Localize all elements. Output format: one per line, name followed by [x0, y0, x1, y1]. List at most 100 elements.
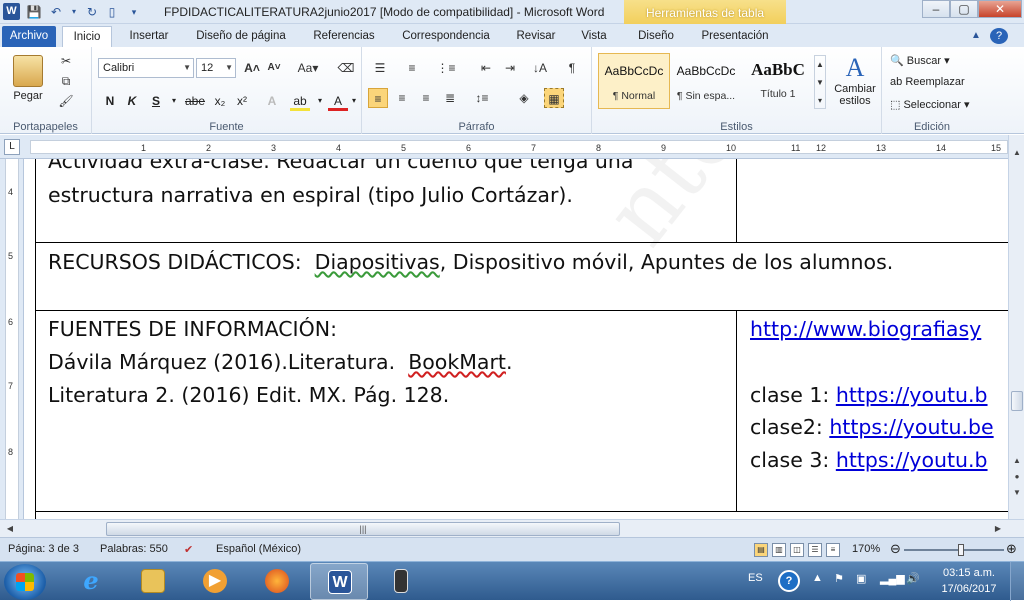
taskbar-media-player[interactable]: ▶ — [186, 563, 244, 600]
borders-icon[interactable]: ▦ — [544, 88, 564, 108]
tab-revisar[interactable]: Revisar — [510, 26, 562, 47]
tab-referencias[interactable]: Referencias — [306, 26, 382, 47]
volume-icon[interactable]: 🔊 — [906, 572, 920, 585]
style-no-spacing[interactable]: AaBbCcDc ¶ Sin espa... — [670, 53, 742, 109]
redo-icon[interactable]: ↻ — [84, 4, 100, 20]
clase2-link[interactable]: https://youtu.be — [829, 415, 993, 439]
find-button[interactable]: 🔍 Buscar ▾ — [890, 54, 950, 67]
horizontal-scroll-thumb[interactable]: ||| — [106, 522, 620, 536]
line-spacing-icon[interactable]: ↕≡ — [472, 88, 492, 108]
customize-toolbar-icon[interactable]: ▾ — [126, 4, 142, 20]
device-icon[interactable]: ▣ — [856, 572, 866, 585]
taskbar-explorer[interactable] — [124, 563, 182, 600]
paste-button[interactable]: Pegar — [8, 53, 48, 113]
collapse-ribbon-icon[interactable]: ▲ — [968, 28, 984, 44]
scroll-up-icon[interactable]: ▲ — [1009, 145, 1024, 161]
style-normal[interactable]: AaBbCcDc ¶ Normal — [598, 53, 670, 109]
align-right-button[interactable]: ≡ — [416, 88, 436, 108]
save-icon[interactable]: 💾 — [26, 4, 42, 20]
styles-scroll-icon[interactable]: ▲ ▼ ▾ — [814, 55, 826, 109]
justify-button[interactable]: ≣ — [440, 88, 460, 108]
bold-button[interactable]: N — [100, 91, 120, 111]
language-indicator[interactable]: ES — [748, 572, 763, 584]
sort-icon[interactable]: ↓A — [530, 58, 550, 78]
zoom-in-icon[interactable]: ⊕ — [1006, 541, 1017, 557]
word-app-icon[interactable]: W — [3, 3, 20, 20]
tab-insertar[interactable]: Insertar — [124, 26, 174, 47]
maximize-button[interactable]: ▢ — [950, 0, 978, 18]
tab-correspondencia[interactable]: Correspondencia — [396, 26, 496, 47]
tab-vista[interactable]: Vista — [574, 26, 614, 47]
outline-view-icon[interactable]: ☰ — [808, 543, 822, 557]
show-formatting-icon[interactable]: ¶ — [562, 58, 582, 78]
page-count[interactable]: Página: 3 de 3 — [8, 543, 79, 555]
style-heading-1[interactable]: AaBbC Título 1 — [742, 53, 814, 109]
flag-icon[interactable]: ⚑ — [834, 572, 844, 585]
bullets-icon[interactable]: ☰ — [370, 58, 390, 78]
multilevel-list-icon[interactable]: ⋮≡ — [436, 58, 456, 78]
highlight-color-icon[interactable]: ab — [290, 91, 310, 111]
taskbar-firefox[interactable] — [248, 563, 306, 600]
font-name-select[interactable]: Calibri ▼ — [98, 58, 194, 78]
zoom-level[interactable]: 170% — [852, 543, 880, 555]
horizontal-scrollbar[interactable]: ◀ ||| ▶ — [0, 519, 1024, 537]
increase-indent-icon[interactable]: ⇥ — [500, 58, 520, 78]
browse-object-icon[interactable]: ● — [1009, 469, 1024, 485]
vertical-scrollbar[interactable]: ▲ ▲ ● ▼ — [1008, 135, 1024, 519]
help-circle-icon[interactable]: ? — [778, 570, 800, 592]
clock[interactable]: 03:15 a.m. 17/06/2017 — [930, 565, 1008, 597]
tab-stop-selector[interactable]: L — [4, 139, 20, 155]
numbering-icon[interactable]: ≡ — [402, 58, 422, 78]
taskbar-word[interactable]: W — [310, 563, 368, 600]
vruler-strip[interactable]: 4 5 6 7 8 — [5, 159, 19, 519]
ruler-strip[interactable]: 1 2 3 4 5 6 7 8 9 10 11 12 13 14 15 — [30, 140, 1008, 154]
network-icon[interactable]: ▂▄▆ — [880, 572, 905, 585]
shading-icon[interactable]: ◈ — [514, 88, 534, 108]
draft-view-icon[interactable]: ≡ — [826, 543, 840, 557]
document-page[interactable]: nto de Tra Actividad extra-clase. Redact… — [24, 159, 1008, 519]
cut-icon[interactable]: ✂ — [56, 51, 76, 71]
italic-button[interactable]: K — [122, 91, 142, 111]
clase3-link[interactable]: https://youtu.b — [836, 448, 988, 472]
highlight-dropdown-icon[interactable]: ▾ — [314, 91, 326, 111]
zoom-slider[interactable] — [904, 549, 1004, 551]
scroll-left-icon[interactable]: ◀ — [2, 521, 18, 537]
scroll-down-icon[interactable]: ▼ — [1009, 485, 1024, 501]
align-center-button[interactable]: ≡ — [392, 88, 412, 108]
replace-button[interactable]: ab Reemplazar — [890, 76, 965, 88]
print-layout-icon[interactable]: ▤ — [754, 543, 768, 557]
underline-button[interactable]: S — [146, 91, 166, 111]
proofing-icon[interactable]: ✔ — [184, 543, 193, 556]
font-color-dropdown-icon[interactable]: ▾ — [348, 91, 360, 111]
grow-font-icon[interactable]: A˄ — [242, 58, 262, 78]
undo-icon[interactable]: ↶ — [48, 4, 64, 20]
scroll-up-icon[interactable]: ▲ — [1009, 453, 1024, 469]
zoom-slider-thumb[interactable] — [958, 544, 964, 556]
show-desktop-button[interactable] — [1010, 562, 1024, 601]
help-icon[interactable]: ? — [990, 28, 1008, 44]
tab-archivo[interactable]: Archivo — [2, 26, 56, 47]
web-layout-icon[interactable]: ◫ — [790, 543, 804, 557]
full-screen-reading-icon[interactable]: ▥ — [772, 543, 786, 557]
taskbar-phone[interactable] — [372, 563, 430, 600]
word-count[interactable]: Palabras: 550 — [100, 543, 168, 555]
underline-dropdown-icon[interactable]: ▾ — [168, 91, 180, 111]
decrease-indent-icon[interactable]: ⇤ — [476, 58, 496, 78]
undo-dropdown-icon[interactable]: ▾ — [66, 4, 82, 20]
close-button[interactable]: ✕ — [978, 0, 1022, 18]
shrink-font-icon[interactable]: A˅ — [264, 58, 284, 78]
show-hidden-icons[interactable]: ▲ — [812, 572, 823, 584]
vertical-scroll-thumb[interactable] — [1011, 391, 1023, 411]
change-styles-button[interactable]: A Cambiar estilos — [830, 53, 880, 107]
font-size-select[interactable]: 12 ▼ — [196, 58, 236, 78]
tab-inicio[interactable]: Inicio — [62, 26, 112, 47]
zoom-out-icon[interactable]: ⊖ — [890, 541, 901, 557]
superscript-button[interactable]: x² — [232, 91, 252, 111]
tab-diseno[interactable]: Diseño — [628, 26, 684, 47]
select-button[interactable]: ⬚ Seleccionar ▾ — [890, 98, 970, 111]
copy-icon[interactable]: ⧉ — [56, 71, 76, 91]
minimize-button[interactable]: – — [922, 0, 950, 18]
align-left-button[interactable]: ≡ — [368, 88, 388, 108]
scroll-right-icon[interactable]: ▶ — [990, 521, 1006, 537]
start-button[interactable] — [4, 564, 46, 600]
